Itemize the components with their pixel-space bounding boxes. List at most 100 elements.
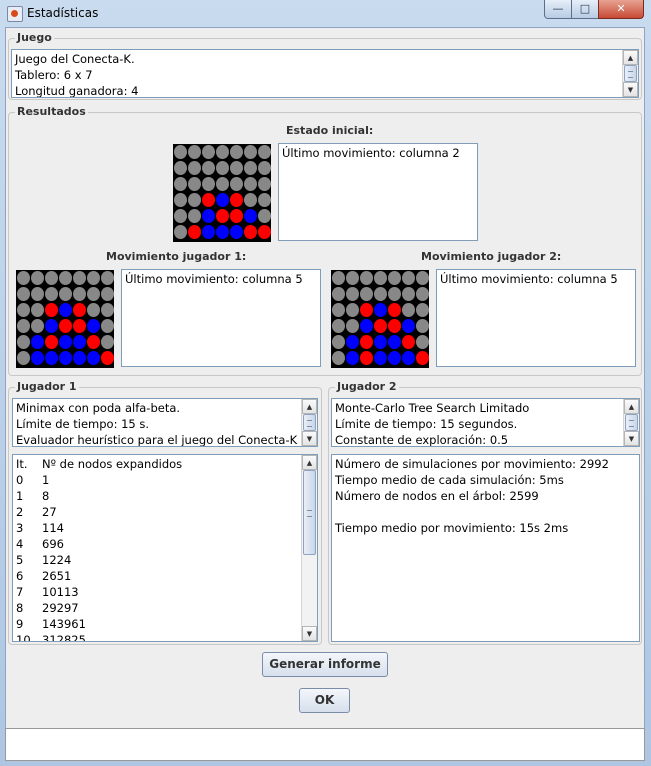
empty-slot	[87, 287, 100, 301]
jugador1-info-textarea[interactable]: Minimax con poda alfa-beta. Límite de ti…	[12, 398, 318, 447]
empty-slot	[17, 271, 30, 285]
empty-slot	[31, 303, 44, 317]
nodes-table-row: 9 143961	[16, 616, 314, 632]
jugador1-nodes-textarea[interactable]: It. Nº de nodos expandidos 0 1 1 8 2 27 3 114 4 69…	[12, 454, 318, 642]
empty-slot	[31, 271, 44, 285]
red-piece	[388, 303, 401, 317]
row-it: 0	[16, 473, 24, 487]
close-button[interactable]: ✕	[598, 0, 644, 19]
juego-line: Tablero: 6 x 7	[15, 68, 93, 82]
ok-button[interactable]: OK	[299, 688, 350, 713]
empty-slot	[101, 335, 114, 349]
red-piece	[402, 335, 415, 349]
nodes-table-row: 5 1224	[16, 552, 314, 568]
jugador1-group-title: Jugador 1	[15, 380, 79, 393]
row-it: 1	[16, 489, 24, 503]
red-piece	[73, 303, 86, 317]
empty-slot	[188, 193, 201, 207]
empty-slot	[416, 287, 429, 301]
red-piece	[59, 319, 72, 333]
empty-slot	[244, 145, 257, 159]
empty-slot	[87, 303, 100, 317]
empty-slot	[346, 271, 359, 285]
row-it: 5	[16, 553, 24, 567]
empty-slot	[101, 271, 114, 285]
empty-slot	[73, 271, 86, 285]
scroll-up-arrow-icon[interactable]: ▲	[623, 50, 638, 65]
scroll-thumb[interactable]	[303, 414, 316, 431]
scroll-up-arrow-icon[interactable]: ▲	[624, 399, 639, 414]
empty-slot	[101, 287, 114, 301]
maximize-button[interactable]: □	[571, 0, 599, 19]
jugador2-stats-textarea[interactable]: Número de simulaciones por movimiento: 2…	[331, 454, 640, 642]
blue-piece	[346, 335, 359, 349]
juego-textarea[interactable]: Juego del Conecta-K. Tablero: 6 x 7 Long…	[11, 49, 639, 98]
row-it: 8	[16, 601, 24, 615]
empty-slot	[188, 209, 201, 223]
row-it: 2	[16, 505, 24, 519]
jugador2-group: Jugador 2 Monte-Carlo Tree Search Limita…	[328, 380, 642, 645]
red-piece	[73, 319, 86, 333]
empty-slot	[17, 351, 30, 365]
red-piece	[374, 319, 387, 333]
red-piece	[230, 209, 243, 223]
blue-piece	[388, 335, 401, 349]
blue-piece	[346, 351, 359, 365]
movimiento-jugador1-label: Movimiento jugador 1:	[106, 250, 247, 263]
jugador2-group-title: Jugador 2	[335, 380, 399, 393]
jugador2-info-scrollbar[interactable]: ▲ ▼	[623, 399, 639, 446]
empty-slot	[31, 287, 44, 301]
juego-group: Juego Juego del Conecta-K. Tablero: 6 x …	[8, 31, 642, 100]
empty-slot	[216, 161, 229, 175]
movimiento-jugador2-text: Último movimiento: columna 5	[440, 272, 618, 286]
scroll-up-arrow-icon[interactable]: ▲	[302, 455, 317, 470]
empty-slot	[388, 271, 401, 285]
scroll-down-arrow-icon[interactable]: ▼	[302, 626, 317, 641]
scroll-up-arrow-icon[interactable]: ▲	[302, 399, 317, 414]
blue-piece	[374, 335, 387, 349]
empty-slot	[374, 287, 387, 301]
blue-piece	[31, 351, 44, 365]
blue-piece	[402, 351, 415, 365]
jugador1-info-scrollbar[interactable]: ▲ ▼	[301, 399, 317, 446]
empty-slot	[17, 335, 30, 349]
title-bar[interactable]: Estadísticas — □ ✕	[0, 0, 651, 27]
empty-slot	[402, 271, 415, 285]
scroll-down-arrow-icon[interactable]: ▼	[624, 431, 639, 446]
red-piece	[45, 335, 58, 349]
blue-piece	[388, 351, 401, 365]
blue-piece	[59, 351, 72, 365]
board-jugador2	[331, 270, 429, 368]
nodes-table-row: 7 10113	[16, 584, 314, 600]
empty-slot	[174, 225, 187, 239]
row-nodes: 114	[42, 521, 64, 535]
empty-slot	[346, 303, 359, 317]
estado-inicial-textarea[interactable]: Último movimiento: columna 2	[278, 143, 478, 241]
window: Estadísticas — □ ✕ Juego Juego del Conec…	[0, 0, 651, 766]
empty-slot	[332, 271, 345, 285]
generar-informe-button[interactable]: Generar informe	[262, 652, 388, 677]
empty-slot	[258, 193, 271, 207]
empty-slot	[202, 161, 215, 175]
scroll-down-arrow-icon[interactable]: ▼	[302, 431, 317, 446]
empty-slot	[258, 161, 271, 175]
scroll-thumb[interactable]	[624, 65, 637, 82]
jugador1-nodes-scrollbar[interactable]: ▲ ▼	[301, 455, 317, 641]
movimiento-jugador1-textarea[interactable]: Último movimiento: columna 5	[121, 269, 321, 367]
scroll-down-arrow-icon[interactable]: ▼	[623, 82, 638, 97]
scroll-thumb[interactable]	[303, 470, 316, 555]
blue-piece	[360, 319, 373, 333]
jugador2-info-textarea[interactable]: Monte-Carlo Tree Search Limitado Límite …	[331, 398, 640, 447]
scroll-thumb[interactable]	[625, 414, 638, 431]
juego-scrollbar[interactable]: ▲ ▼	[622, 50, 638, 97]
jugador2-info-line: Monte-Carlo Tree Search Limitado	[335, 401, 530, 415]
movimiento-jugador1-text: Último movimiento: columna 5	[125, 272, 303, 286]
empty-slot	[59, 287, 72, 301]
minimize-button[interactable]: —	[544, 0, 572, 19]
jugador1-info-line: Límite de tiempo: 15 s.	[16, 417, 150, 431]
juego-group-title: Juego	[15, 31, 54, 44]
empty-slot	[416, 319, 429, 333]
movimiento-jugador2-textarea[interactable]: Último movimiento: columna 5	[436, 269, 636, 367]
empty-slot	[202, 177, 215, 191]
java-app-icon	[7, 6, 23, 22]
